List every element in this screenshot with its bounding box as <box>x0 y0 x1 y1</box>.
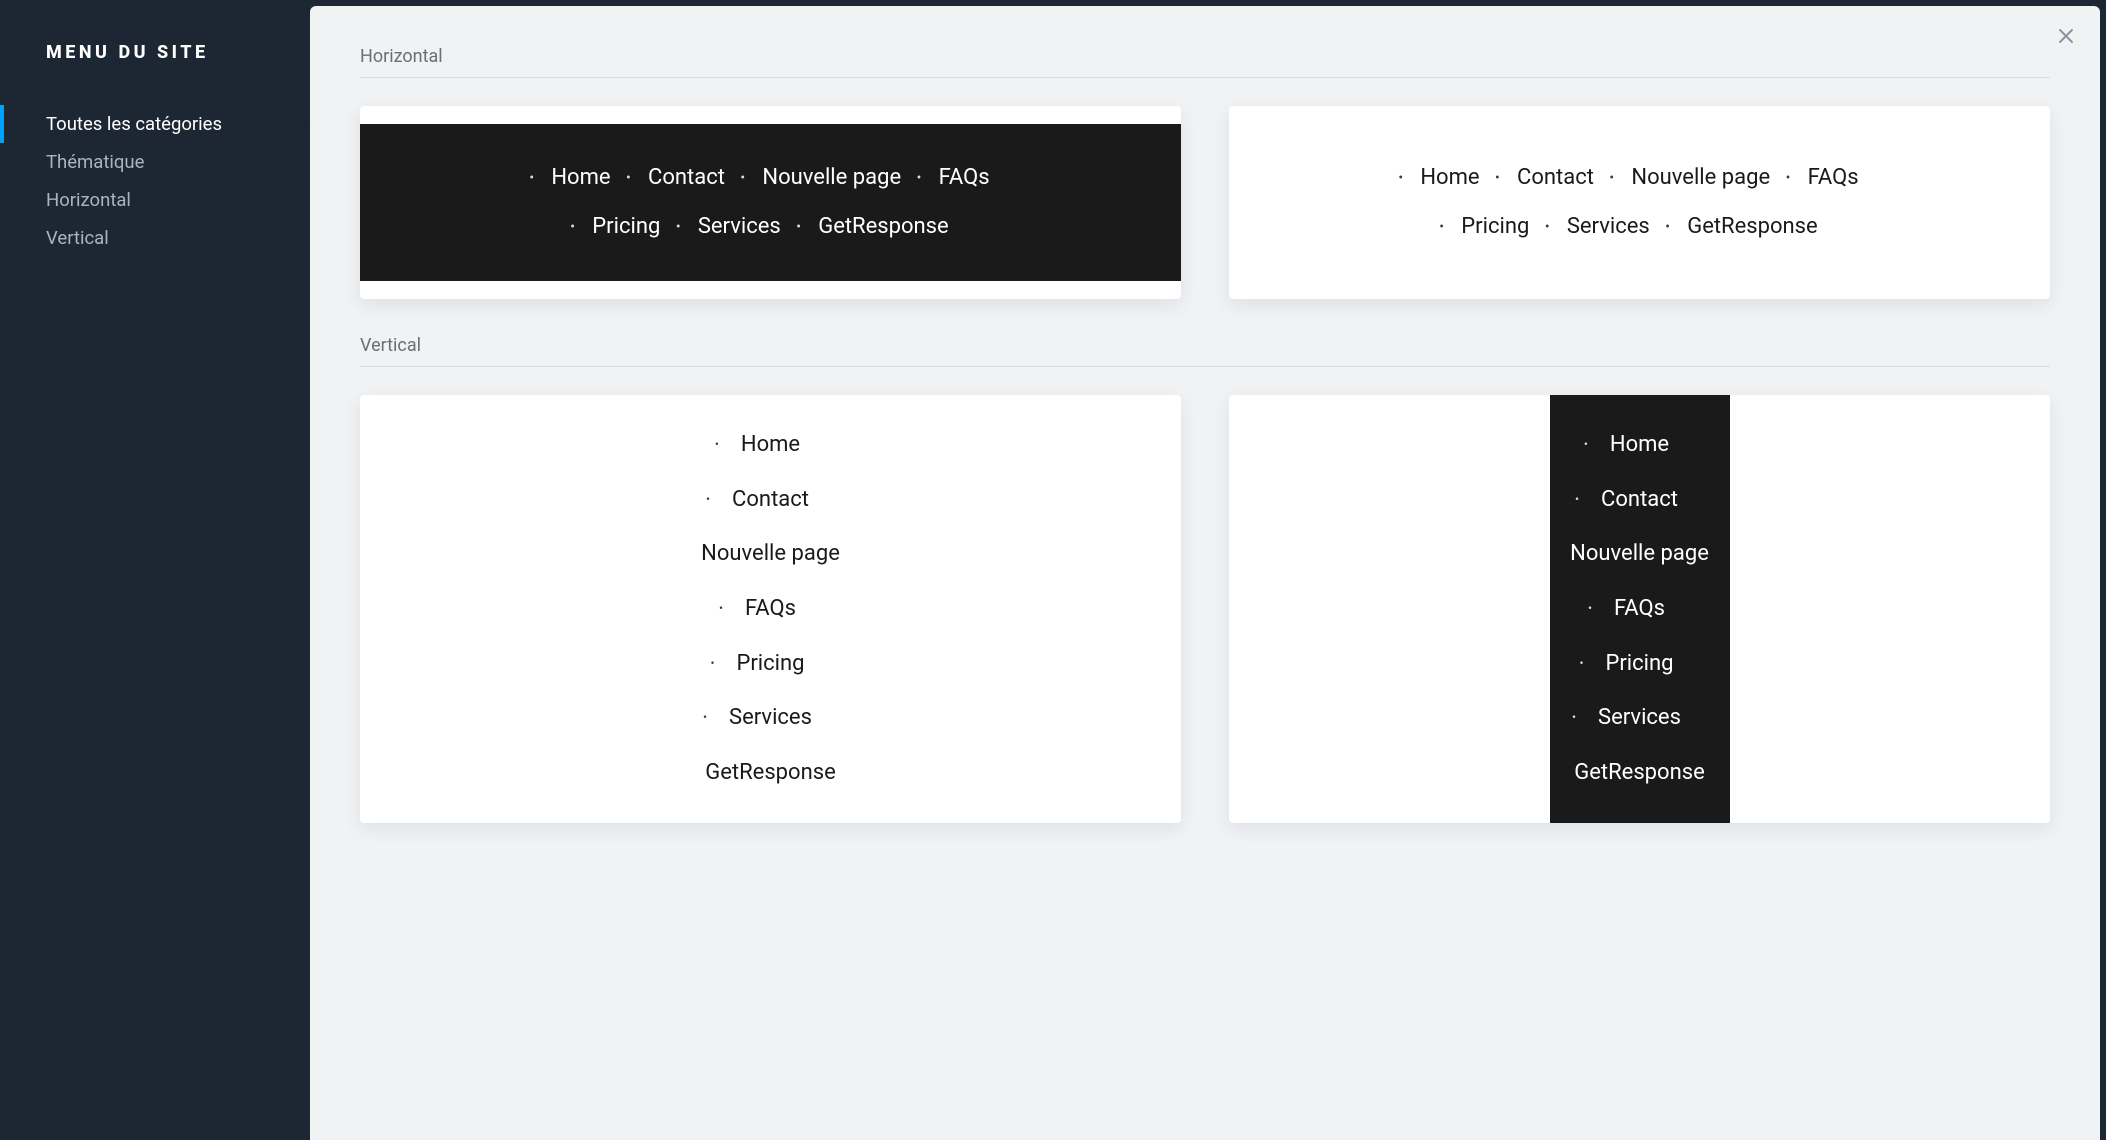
menu-preview-horizontal-light: Home Contact Nouvelle page FAQs Pricing … <box>1247 124 2032 281</box>
menu-item: Contact <box>648 164 725 193</box>
menu-item: FAQs <box>745 595 796 624</box>
menu-item: GetResponse <box>1574 759 1705 788</box>
menu-item: Services <box>698 213 781 242</box>
menu-item: Home <box>551 164 610 193</box>
menu-template-picker: MENU DU SITE Toutes les catégories Théma… <box>0 0 2106 1140</box>
menu-item: Contact <box>1517 164 1594 193</box>
sidebar-title: MENU DU SITE <box>46 42 272 63</box>
menu-item: GetResponse <box>705 759 836 788</box>
sidebar-item-thematic[interactable]: Thématique <box>46 143 272 181</box>
menu-item: Nouvelle page <box>1631 164 1770 193</box>
menu-item: FAQs <box>1808 164 1859 193</box>
menu-item: FAQs <box>939 164 990 193</box>
menu-item: Contact <box>732 486 809 515</box>
menu-item: Services <box>1598 704 1681 733</box>
menu-preview-vertical-dark: Home Contact Nouvelle page FAQs Pricing … <box>1550 395 1730 823</box>
menu-item: Nouvelle page <box>1570 540 1709 569</box>
sidebar: MENU DU SITE Toutes les catégories Théma… <box>0 0 310 1140</box>
menu-item: Nouvelle page <box>701 540 840 569</box>
section-divider <box>360 77 2050 78</box>
menu-item: Pricing <box>736 650 804 679</box>
menu-item: Nouvelle page <box>762 164 901 193</box>
template-card-vertical-light[interactable]: Home Contact Nouvelle page FAQs Pricing … <box>360 395 1181 823</box>
template-card-vertical-dark[interactable]: Home Contact Nouvelle page FAQs Pricing … <box>1229 395 2050 823</box>
menu-item: FAQs <box>1614 595 1665 624</box>
menu-item: Services <box>1567 213 1650 242</box>
menu-item: Services <box>729 704 812 733</box>
menu-item: Home <box>1610 431 1669 460</box>
section-divider <box>360 366 2050 367</box>
menu-item: Pricing <box>1461 213 1529 242</box>
menu-item: Contact <box>1601 486 1678 515</box>
horizontal-cards: Home Contact Nouvelle page FAQs Pricing … <box>360 106 2050 299</box>
menu-preview-vertical-light: Home Contact Nouvelle page FAQs Pricing … <box>360 395 1181 823</box>
menu-preview-horizontal-dark: Home Contact Nouvelle page FAQs Pricing … <box>360 124 1181 281</box>
menu-item: GetResponse <box>818 213 949 242</box>
close-icon <box>2054 24 2078 48</box>
main-panel: Horizontal Home Contact Nouvelle page FA… <box>310 6 2100 1140</box>
menu-item: GetResponse <box>1687 213 1818 242</box>
menu-item: Pricing <box>592 213 660 242</box>
template-card-horizontal-light[interactable]: Home Contact Nouvelle page FAQs Pricing … <box>1229 106 2050 299</box>
vertical-cards: Home Contact Nouvelle page FAQs Pricing … <box>360 395 2050 823</box>
section-title-horizontal: Horizontal <box>360 46 2050 67</box>
menu-item: Pricing <box>1605 650 1673 679</box>
section-title-vertical: Vertical <box>360 335 2050 356</box>
close-button[interactable] <box>2054 24 2078 48</box>
sidebar-item-vertical[interactable]: Vertical <box>46 219 272 257</box>
sidebar-item-all-categories[interactable]: Toutes les catégories <box>46 105 272 143</box>
template-card-horizontal-dark[interactable]: Home Contact Nouvelle page FAQs Pricing … <box>360 106 1181 299</box>
menu-item: Home <box>1420 164 1479 193</box>
sidebar-nav: Toutes les catégories Thématique Horizon… <box>46 105 272 257</box>
menu-item: Home <box>741 431 800 460</box>
sidebar-item-horizontal[interactable]: Horizontal <box>46 181 272 219</box>
